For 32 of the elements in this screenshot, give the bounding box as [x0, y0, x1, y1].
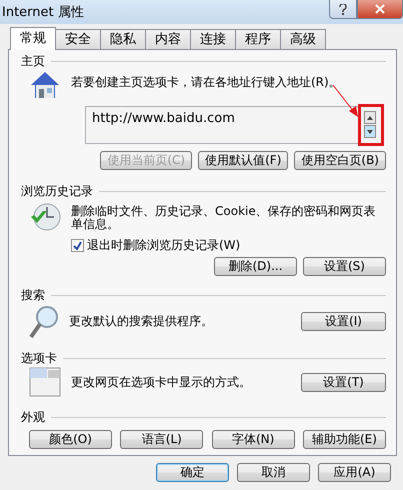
section-description: 更改默认的搜索提供程序。	[69, 315, 214, 328]
section-button[interactable]: 设置(T)	[301, 372, 386, 392]
tab[interactable]: 连接	[190, 29, 236, 50]
tab[interactable]: 高级	[280, 29, 326, 50]
section-button[interactable]: 辅助功能(E)	[302, 430, 386, 449]
section-button[interactable]: 删除(D)...	[214, 256, 297, 276]
delete-on-exit-checkbox[interactable]: 退出时删除浏览历史记录(W)	[71, 236, 240, 254]
tab[interactable]: 程序	[235, 29, 281, 50]
tab[interactable]: 安全	[55, 29, 101, 50]
tab[interactable]: 常规	[10, 27, 56, 50]
group-title: 选项卡	[21, 350, 57, 367]
section-button[interactable]: 设置(S)	[303, 256, 386, 276]
tab[interactable]: 内容	[145, 29, 191, 50]
section-button[interactable]: 字体(N)	[212, 430, 295, 449]
section-description: 更改网页在选项卡中显示的方式。	[71, 376, 252, 389]
home-description: 若要创建主页选项卡，请在各地址行键入地址(R)。	[71, 76, 342, 89]
section-button[interactable]: 使用空白页(B)	[294, 151, 386, 170]
section-button[interactable]: 设置(I)	[301, 312, 386, 331]
group-title: 搜索	[21, 287, 45, 304]
window-title: Internet 属性	[2, 4, 84, 21]
group-title: 主页	[21, 52, 45, 70]
dialog-button[interactable]: 应用(A)	[318, 463, 391, 482]
group-title: 外观	[21, 408, 45, 426]
dialog-button[interactable]: 确定	[156, 463, 229, 482]
section-button[interactable]: 使用默认值(F)	[198, 151, 288, 170]
section-button[interactable]: 颜色(O)	[29, 430, 112, 449]
url-text: http://www.baidu.com	[92, 111, 235, 126]
group-title: 浏览历史记录	[21, 183, 93, 200]
history-description: 删除临时文件、历史记录、Cookie、保存的密码和网页表单信息。	[71, 204, 377, 231]
section-button[interactable]: 语言(L)	[120, 430, 204, 449]
dialog-button[interactable]: 取消	[237, 463, 310, 482]
tab[interactable]: 隐私	[100, 29, 146, 50]
